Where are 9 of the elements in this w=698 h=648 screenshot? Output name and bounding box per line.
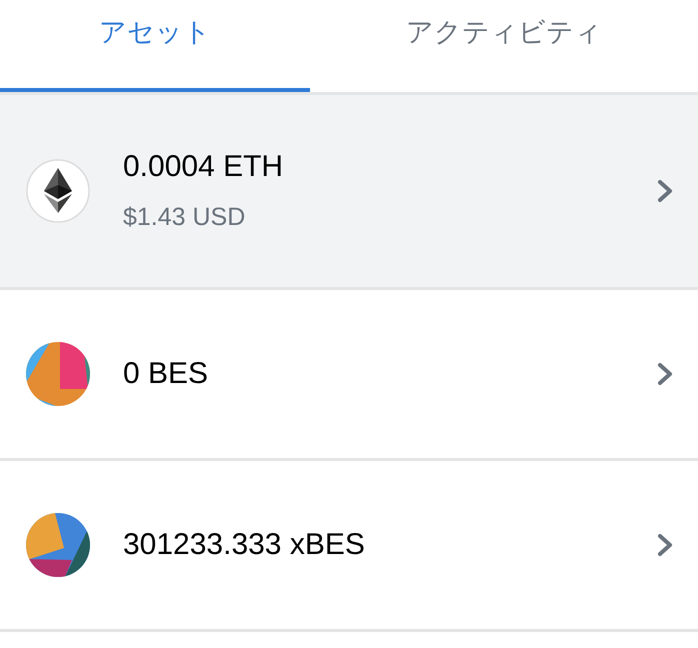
token-amount: 0 BES	[123, 356, 208, 392]
token-amount: 0.0004 ETH	[123, 149, 284, 185]
tab[interactable]: アクティビティ	[310, 0, 698, 92]
chevron-right-icon	[657, 362, 673, 386]
token-amount: 301233.333 xBES	[123, 527, 365, 563]
fiat-value: $1.43 USD	[123, 202, 246, 233]
chevron-right-icon	[657, 179, 673, 203]
asset-list-item[interactable]: 0.0004 ETH $1.43 USD	[0, 95, 698, 290]
chevron-right-icon	[657, 533, 673, 557]
